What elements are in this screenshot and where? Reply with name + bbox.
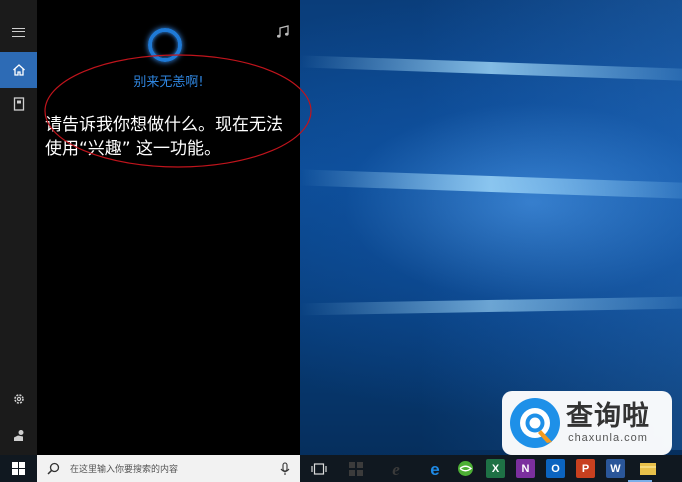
word-icon: W	[610, 462, 621, 475]
onenote-button[interactable]: N	[516, 459, 535, 478]
browser-360-icon	[458, 461, 473, 476]
excel-button[interactable]: X	[486, 459, 505, 478]
cortana-rail	[0, 0, 37, 455]
excel-icon: X	[491, 462, 500, 475]
svg-text:e: e	[430, 460, 439, 478]
svg-text:e: e	[392, 460, 400, 478]
internet-explorer-icon: e	[392, 460, 400, 478]
watermark-logo-icon	[510, 398, 560, 448]
task-view-button[interactable]	[309, 459, 328, 478]
search-placeholder: 在这里输入你要搜索的内容	[70, 465, 179, 475]
feedback-button[interactable]	[0, 417, 37, 453]
outlook-button[interactable]: O	[546, 459, 565, 478]
home-icon	[12, 64, 25, 76]
watermark: 查询啦 chaxunla.com	[502, 391, 672, 455]
explorer-button[interactable]	[638, 459, 657, 478]
store-button[interactable]	[346, 459, 365, 478]
home-button[interactable]	[0, 52, 37, 88]
feedback-icon	[13, 430, 23, 441]
powerpoint-button[interactable]: P	[576, 459, 595, 478]
store-icon	[348, 461, 363, 476]
watermark-brand-cn: 查询啦	[566, 401, 650, 432]
hamburger-menu-icon	[12, 27, 25, 37]
outlook-icon: O	[551, 462, 560, 475]
music-note-icon[interactable]	[275, 24, 291, 40]
browser-360-button[interactable]	[456, 459, 475, 478]
notebook-icon	[13, 97, 24, 111]
windows-logo-icon	[12, 462, 25, 475]
task-view-icon	[310, 462, 327, 475]
settings-icon	[13, 394, 24, 404]
internet-explorer-button[interactable]: e	[386, 459, 405, 478]
annotation-ellipse	[44, 54, 312, 168]
settings-button[interactable]	[0, 381, 37, 417]
microphone-icon[interactable]	[280, 461, 290, 476]
explorer-icon	[639, 463, 656, 475]
hamburger-menu-button[interactable]	[0, 14, 37, 50]
edge-icon: e	[430, 460, 439, 478]
taskbar: 在这里输入你要搜索的内容 e e X N O P W	[0, 455, 682, 482]
powerpoint-icon: P	[581, 462, 590, 475]
onenote-icon: N	[521, 462, 530, 475]
word-button[interactable]: W	[606, 459, 625, 478]
notebook-button[interactable]	[0, 86, 37, 122]
start-button[interactable]	[0, 455, 37, 482]
watermark-brand-en: chaxunla.com	[568, 432, 648, 444]
edge-button[interactable]: e	[425, 459, 444, 478]
search-icon	[47, 462, 60, 475]
taskbar-search-box[interactable]: 在这里输入你要搜索的内容	[37, 455, 300, 482]
